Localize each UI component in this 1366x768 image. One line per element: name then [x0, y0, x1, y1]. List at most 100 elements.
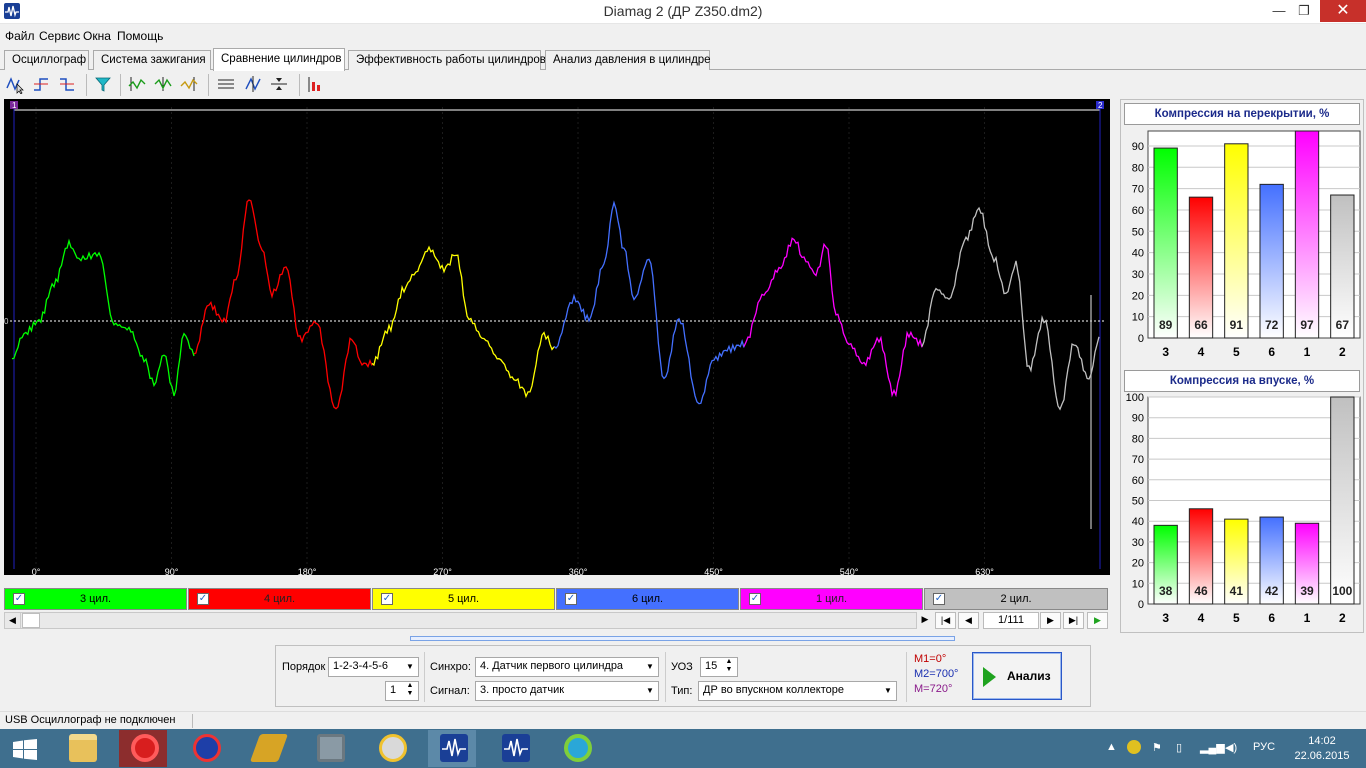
checkbox-icon[interactable]: ✓	[749, 593, 761, 605]
scroll-right-icon[interactable]: ▶	[918, 612, 932, 629]
taskbar-pen[interactable]	[243, 730, 291, 767]
checkbox-icon[interactable]: ✓	[13, 593, 25, 605]
taskbar-media[interactable]	[181, 730, 229, 767]
channel-split-icon[interactable]	[127, 74, 147, 94]
taskbar-diamag[interactable]	[428, 730, 476, 767]
dropdown-arrow-icon[interactable]: ▼	[402, 658, 418, 676]
last-frame-button[interactable]: ▶|	[1063, 612, 1084, 629]
uoz-spinner[interactable]: 15 ▲ ▼	[700, 657, 738, 677]
taskbar-opera[interactable]	[119, 730, 167, 767]
battery-icon[interactable]: ▯	[1176, 741, 1182, 754]
tab-cylinder-efficiency[interactable]: Эффективность работы цилиндров	[348, 50, 546, 70]
spinner-arrows-icon[interactable]: ▲ ▼	[721, 658, 737, 676]
volume-icon[interactable]: ◀)	[1225, 741, 1237, 754]
clock[interactable]: 14:02 22.06.2015	[1292, 734, 1352, 764]
filter-icon[interactable]	[93, 74, 113, 94]
order-label: Порядок	[282, 661, 326, 673]
channel-merge-icon[interactable]	[153, 74, 173, 94]
tray-expand-icon[interactable]: ▲	[1106, 741, 1117, 753]
y-tick-label: 10	[1132, 312, 1144, 324]
analyze-button[interactable]: Анализ	[972, 652, 1062, 700]
cylinder-4-toggle[interactable]: ✓ 4 цил.	[188, 588, 371, 610]
bar-value-label: 46	[1194, 584, 1208, 598]
waveform-cylinder-2	[193, 199, 373, 410]
compress-icon[interactable]	[269, 74, 289, 94]
prev-frame-button[interactable]: ◀	[958, 612, 979, 629]
tab-cylinder-compare[interactable]: Сравнение цилиндров	[213, 48, 345, 71]
waveform-cylinder-3	[371, 245, 555, 399]
start-button[interactable]	[0, 730, 48, 767]
play-button[interactable]: ▶	[1087, 612, 1108, 629]
signal-icon[interactable]: ▂▄▆	[1200, 741, 1225, 754]
cylinder-6-toggle[interactable]: ✓ 6 цил.	[556, 588, 739, 610]
cylinder-2-toggle[interactable]: ✓ 2 цил.	[924, 588, 1108, 610]
vertical-zoom-icon[interactable]	[243, 74, 263, 94]
horizontal-lines-icon[interactable]	[216, 74, 236, 94]
cylinder-3-toggle[interactable]: ✓ 3 цил.	[4, 588, 187, 610]
checkbox-icon[interactable]: ✓	[197, 593, 209, 605]
close-button[interactable]: ✕	[1320, 0, 1366, 22]
bar-chart-icon[interactable]	[306, 74, 326, 94]
marker-label-left: 1	[12, 101, 17, 110]
spinner-arrows-icon[interactable]: ▲ ▼	[402, 682, 418, 700]
menu-service[interactable]: Сервис	[39, 29, 80, 43]
cylinder-1-toggle[interactable]: ✓ 1 цил.	[740, 588, 923, 610]
sync-select[interactable]: 4. Датчик первого цилиндра ▼	[475, 657, 659, 677]
taskbar-gadget[interactable]	[305, 730, 353, 767]
checkbox-icon[interactable]: ✓	[381, 593, 393, 605]
overlap-compression-chart: 0 10 20 30 40 50 60 70 80 90 89 3 66 4 91 5 72 6 97 1 67 2	[1132, 130, 1361, 359]
menu-file[interactable]: Файл	[5, 29, 35, 43]
channel-shift-icon[interactable]	[179, 74, 199, 94]
tab-ignition[interactable]: Система зажигания	[93, 50, 211, 70]
falling-edge-icon[interactable]	[57, 74, 77, 94]
rising-edge-icon[interactable]	[31, 74, 51, 94]
language-indicator[interactable]: РУС	[1253, 741, 1275, 753]
order-select[interactable]: 1-2-3-4-5-6 ▼	[328, 657, 419, 677]
x-category-label: 2	[1339, 345, 1346, 359]
first-frame-button[interactable]: |◀	[935, 612, 956, 629]
horizontal-scrollbar[interactable]: ◀	[4, 612, 917, 629]
menu-windows[interactable]: Окна	[83, 29, 111, 43]
x-category-label: 2	[1339, 611, 1346, 625]
tray-network-status-icon[interactable]	[1127, 740, 1141, 754]
status-text: USB Осциллограф не подключен	[5, 714, 176, 726]
checkbox-icon[interactable]: ✓	[565, 593, 577, 605]
menu-help[interactable]: Помощь	[117, 29, 163, 43]
order-spinner[interactable]: 1 ▲ ▼	[385, 681, 419, 701]
diamag-icon	[440, 734, 468, 762]
bar-value-label: 97	[1300, 318, 1314, 332]
taskbar-diamag2[interactable]	[490, 730, 538, 767]
oscilloscope-view[interactable]: 1 2 0 0° 90° 180° 270° 360° 450° 540° 630°	[4, 99, 1110, 575]
y-tick-label: 60	[1132, 475, 1144, 487]
status-bar: USB Осциллограф не подключен	[0, 711, 1366, 729]
type-select[interactable]: ДР во впускном коллекторе ▼	[698, 681, 897, 701]
cursor-wave-icon[interactable]	[5, 74, 25, 94]
y-tick-label: 40	[1132, 516, 1144, 528]
separator	[424, 652, 425, 702]
tab-oscilloscope[interactable]: Осциллограф	[4, 50, 89, 70]
next-frame-button[interactable]: ▶	[1040, 612, 1061, 629]
tab-pressure-analysis[interactable]: Анализ давления в цилиндре	[545, 50, 711, 70]
cylinder-5-toggle[interactable]: ✓ 5 цил.	[372, 588, 555, 610]
taskbar-sync[interactable]	[552, 730, 600, 767]
taskbar-disk[interactable]	[367, 730, 415, 767]
signal-select[interactable]: 3. просто датчик ▼	[475, 681, 659, 701]
analysis-controls: Порядок 1-2-3-4-5-6 ▼ 1 ▲ ▼ Синхро: 4. Датч…	[275, 645, 1091, 707]
panel-splitter[interactable]	[410, 636, 955, 641]
dropdown-arrow-icon[interactable]: ▼	[642, 682, 658, 700]
scroll-left-icon[interactable]: ◀	[5, 613, 21, 628]
checkbox-icon[interactable]: ✓	[933, 593, 945, 605]
degree-label: 90°	[165, 567, 179, 575]
dropdown-arrow-icon[interactable]: ▼	[642, 658, 658, 676]
maximize-button[interactable]: ❐	[1287, 0, 1321, 22]
taskbar-explorer[interactable]	[57, 730, 105, 767]
bar-value-label: 42	[1265, 584, 1279, 598]
sync-icon	[564, 734, 592, 762]
x-category-label: 3	[1162, 611, 1169, 625]
scroll-thumb[interactable]	[22, 613, 40, 628]
y-tick-label: 20	[1132, 290, 1144, 302]
flag-icon[interactable]: ⚑	[1152, 741, 1162, 754]
y-tick-label: 30	[1132, 537, 1144, 549]
degree-label: 180°	[298, 567, 317, 575]
dropdown-arrow-icon[interactable]: ▼	[880, 682, 896, 700]
